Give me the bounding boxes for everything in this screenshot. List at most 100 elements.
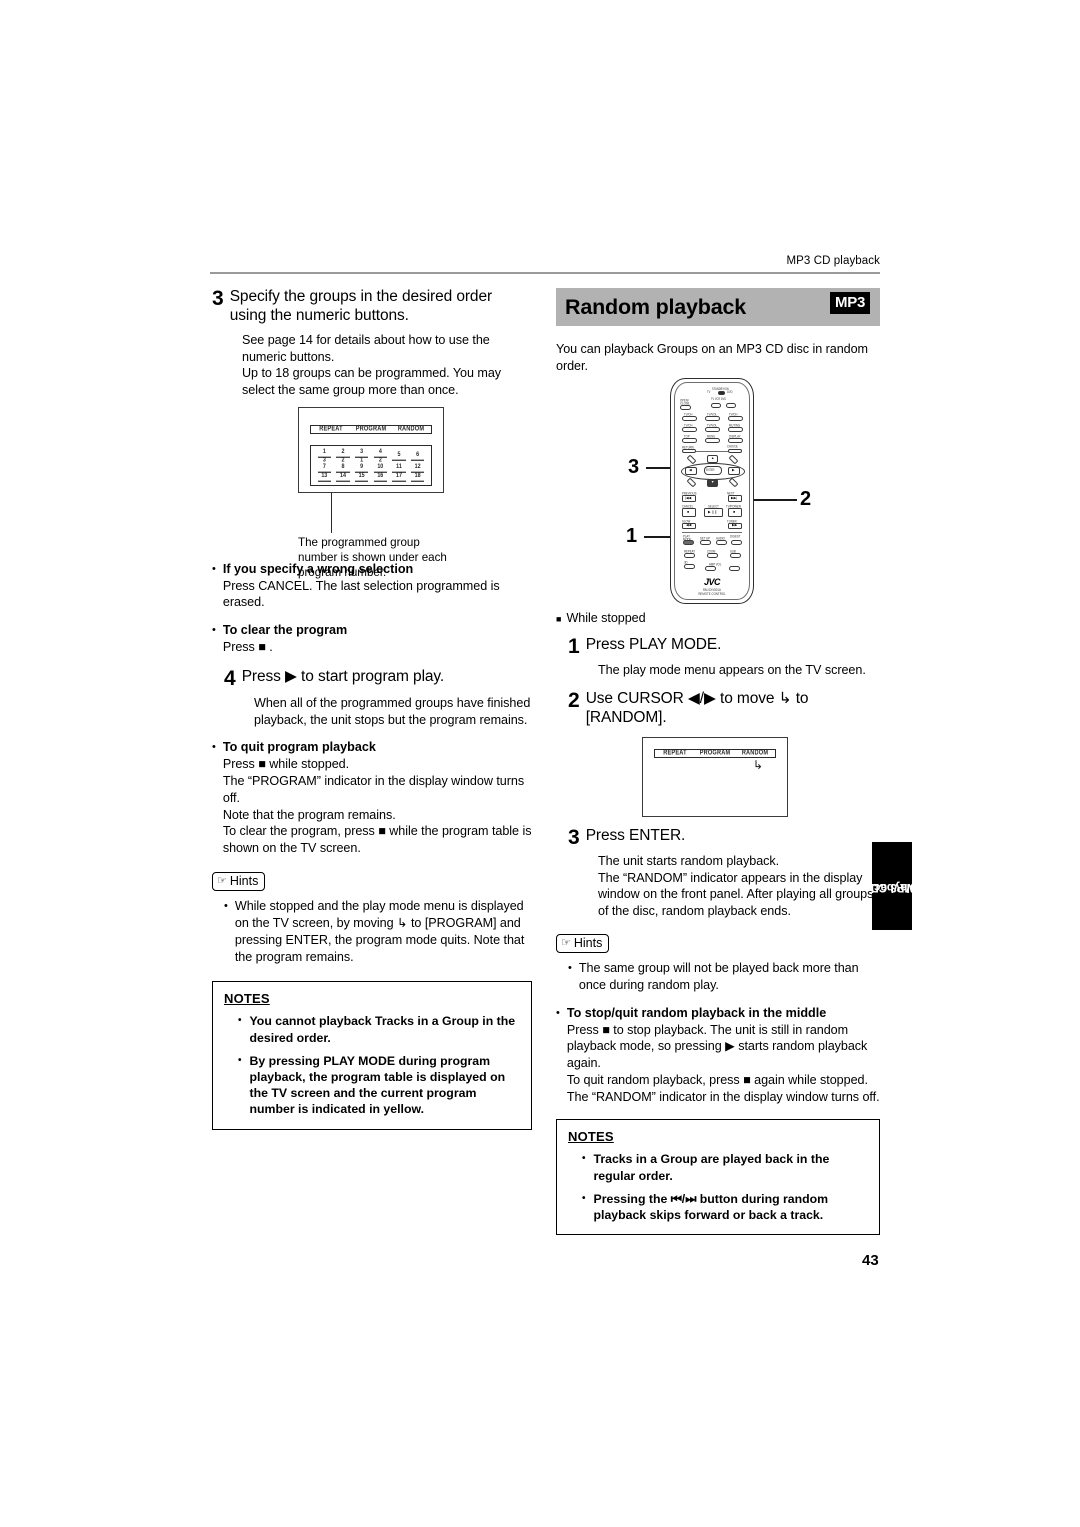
keypad-button-3[interactable] xyxy=(728,416,743,422)
notes-title: NOTES xyxy=(568,1129,614,1145)
remote-control-figure: 3 2 1 STANDBY/ON TV DVD OPEN/ CLOSE TV V… xyxy=(556,374,880,606)
open-close-button[interactable] xyxy=(680,405,691,411)
hints-tab: ☞ Hints xyxy=(212,872,266,892)
bullet-quit-program-playback: • To quit program playback Press ■ while… xyxy=(212,739,532,856)
menu-item-random: RANDOM xyxy=(741,749,769,758)
step-3-body-2: Up to 18 groups can be programmed. You m… xyxy=(242,366,502,398)
play-mode-menu-bar: REPEAT PROGRAM RANDOM xyxy=(654,748,776,758)
hints-label: Hints xyxy=(573,936,603,951)
three-d-button[interactable] xyxy=(684,564,695,570)
play-mode-menu-bar: REPEAT PROGRAM RANDOM xyxy=(310,424,432,434)
caption-leader-line xyxy=(331,492,333,533)
sub-title-button[interactable] xyxy=(730,553,741,559)
bullet-dot: • xyxy=(582,1192,586,1204)
slow-reverse-icon: ◀◀ xyxy=(686,523,692,528)
brand-logo: JVC xyxy=(703,577,721,588)
step-3-heading-right: 3 Press ENTER. xyxy=(568,826,880,849)
bullet-dot: • xyxy=(568,962,572,975)
callout-1: 1 xyxy=(626,525,638,548)
next-icon: ▶▶| xyxy=(731,496,738,501)
hint-item: • The same group will not be played back… xyxy=(568,960,880,993)
hints-label: Hints xyxy=(229,874,259,889)
zoom-button[interactable] xyxy=(707,553,718,559)
setup-button[interactable] xyxy=(700,540,711,546)
notes-item-text: Tracks in a Group are played back in the… xyxy=(593,1152,830,1183)
remote-control-text: REMOTE CONTROL xyxy=(698,591,726,597)
program-table-caption: The programmed group number is shown und… xyxy=(298,535,447,579)
group-number xyxy=(315,480,334,481)
menu-item-program: PROGRAM xyxy=(699,749,731,758)
bullet-dot: • xyxy=(238,1054,242,1066)
keypad-button-1[interactable] xyxy=(682,416,697,422)
step-3-heading: 3 Specify the groups in the desired orde… xyxy=(212,287,532,326)
digest-button[interactable] xyxy=(731,540,742,546)
mp3-format-badge: MP3 xyxy=(830,292,870,314)
notes-item: • Pressing the ⏮/⏭ button during random … xyxy=(582,1191,868,1223)
hints-body: • The same group will not be played back… xyxy=(556,960,880,993)
program-cell: 7 xyxy=(315,463,334,473)
bullet-body: Press CANCEL. The last selection program… xyxy=(222,578,500,610)
program-cell: 14 xyxy=(334,472,353,482)
choice-label: CHOICE xyxy=(727,443,738,450)
vcr-select-button[interactable] xyxy=(711,403,721,409)
while-stopped-text: While stopped xyxy=(566,611,646,626)
tv-label: TV xyxy=(707,391,711,395)
stop-icon: ■ xyxy=(687,510,690,515)
tuner-fwd-icon: ▶▶ xyxy=(732,523,738,528)
bullet-dot: • xyxy=(212,624,216,637)
step-4-body: When all of the programmed groups have f… xyxy=(254,696,531,727)
group-number xyxy=(390,480,409,481)
play-mode-button[interactable] xyxy=(683,540,694,546)
step-number: 4 xyxy=(224,666,236,690)
amp-vol-up-button[interactable] xyxy=(729,566,740,572)
tv-screen-figure: REPEAT PROGRAM RANDOM ↳ xyxy=(556,736,880,823)
repeat-button[interactable] xyxy=(684,553,695,559)
header-rule xyxy=(210,272,880,274)
bullet-body-line-2: The “PROGRAM” indicator in the display w… xyxy=(222,774,525,805)
keypad-button-8[interactable] xyxy=(705,438,720,444)
hints-body: • While stopped and the play mode menu i… xyxy=(212,898,532,965)
cursor-down-icon: ▼ xyxy=(711,480,715,485)
choice-button[interactable] xyxy=(728,449,742,454)
step-number: 2 xyxy=(568,688,580,712)
bullet-clear-program: • To clear the program Press ■ . xyxy=(212,622,532,656)
chapter-side-tab: MP3 CD playback xyxy=(867,842,917,930)
notes-item: • You cannot playback Tracks in a Group … xyxy=(238,1013,520,1045)
menu-item-program: PROGRAM xyxy=(355,425,387,434)
bullet-body-line-4: To clear the program, press ■ while the … xyxy=(222,824,532,856)
previous-icon: |◀◀ xyxy=(685,496,692,501)
keypad-button-7[interactable] xyxy=(682,438,697,444)
return-button[interactable] xyxy=(682,449,696,454)
bullet-dot: • xyxy=(224,900,228,913)
bullet-body-line-2: To quit random playback, press ■ again w… xyxy=(566,1072,880,1104)
group-number xyxy=(408,480,427,481)
program-cell: 42 xyxy=(371,448,390,464)
keypad-button-4[interactable] xyxy=(682,427,697,433)
keypad-button-2[interactable] xyxy=(705,416,720,422)
section-intro: You can playback Groups on an MP3 CD dis… xyxy=(556,342,868,373)
menu-item-repeat: REPEAT xyxy=(663,749,687,758)
step-number: 3 xyxy=(212,287,224,310)
program-cell: 15 xyxy=(352,472,371,482)
section-header: Random playback MP3 xyxy=(556,288,880,326)
page-number: 43 xyxy=(862,1252,879,1269)
step-1-heading: 1 Press PLAY MODE. xyxy=(568,636,880,658)
tv-screen-random-menu: REPEAT PROGRAM RANDOM ↳ xyxy=(642,736,788,817)
keypad-button-6[interactable] xyxy=(728,427,743,433)
manual-page: MP3 CD playback 3 Specify the groups in … xyxy=(0,0,1080,1527)
divider-line xyxy=(696,451,728,453)
group-number xyxy=(334,480,353,481)
bullet-title: To stop/quit random playback in the midd… xyxy=(566,1005,827,1020)
dvd-select-button[interactable] xyxy=(726,403,736,409)
bullet-body-line-1: Press ■ while stopped. xyxy=(222,757,350,772)
audio-button[interactable] xyxy=(716,540,727,546)
notes-item: • By pressing PLAY MODE during program p… xyxy=(238,1053,520,1118)
running-head: MP3 CD playback xyxy=(786,255,880,267)
program-cell: 10 xyxy=(371,463,390,473)
step-number: 1 xyxy=(568,635,580,659)
keypad-button-5[interactable] xyxy=(705,427,720,433)
step-3-body-1: See page 14 for details about how to use… xyxy=(242,332,490,364)
step-text: Specify the groups in the desired order … xyxy=(229,288,493,324)
bullet-title: To quit program playback xyxy=(222,740,376,755)
amp-vol-down-button[interactable] xyxy=(705,566,716,572)
